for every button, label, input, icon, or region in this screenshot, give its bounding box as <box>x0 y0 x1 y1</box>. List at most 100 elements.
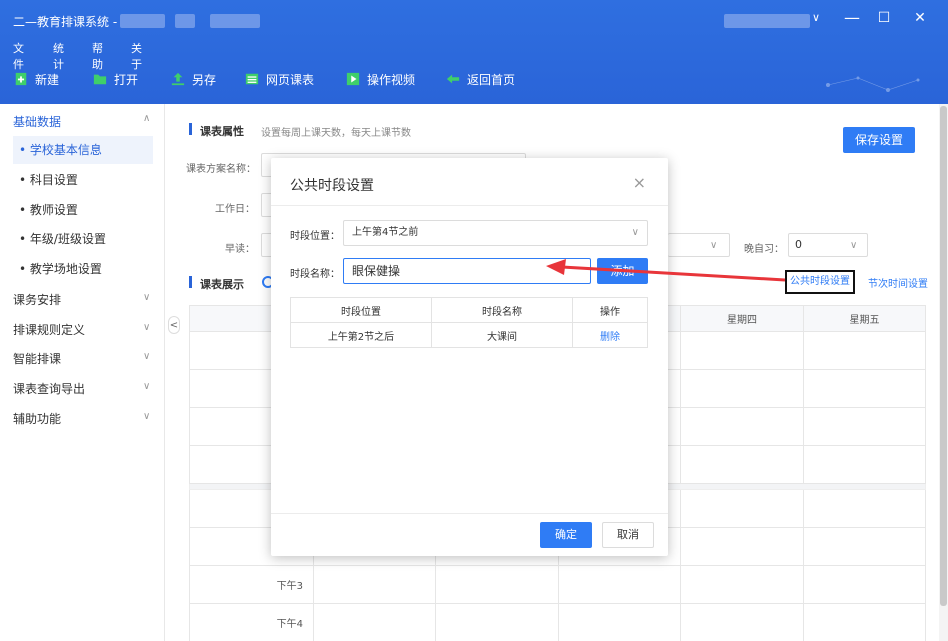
sidebar-section-course-arrangement[interactable]: 课务安排 <box>13 291 61 308</box>
grid-row-label: 下午3 <box>189 565 314 604</box>
display-title: 课表展示 <box>200 278 244 291</box>
tutorial-video-button[interactable]: 操作视频 <box>345 66 415 92</box>
sidebar: 基础数据 ∧ • 学校基本信息 • 科目设置 • 教师设置 • 年级/班级设置 … <box>0 104 165 641</box>
chevron-down-icon[interactable]: ∨ <box>143 322 150 333</box>
upload-icon <box>171 72 185 86</box>
grid-cell[interactable] <box>313 565 436 604</box>
cancel-button[interactable]: 取消 <box>602 522 654 548</box>
ok-button[interactable]: 确定 <box>540 522 592 548</box>
grid-cell[interactable] <box>313 603 436 641</box>
table-icon <box>245 73 259 85</box>
save-as-button[interactable]: 另存 <box>170 66 216 92</box>
close-icon[interactable]: × <box>633 173 646 192</box>
grid-cell[interactable] <box>803 445 926 484</box>
minimize-icon[interactable]: — <box>838 8 866 27</box>
redacted-title <box>210 14 260 28</box>
chevron-down-icon[interactable]: ∨ <box>143 351 150 362</box>
grid-cell[interactable] <box>803 407 926 446</box>
grid-cell[interactable] <box>435 565 559 604</box>
grid-cell[interactable] <box>558 565 681 604</box>
sidebar-item-school-info[interactable]: • 学校基本信息 <box>13 136 153 164</box>
grid-cell[interactable] <box>435 603 559 641</box>
common-period-dialog: 公共时段设置 × 时段位置： 上午第4节之前 ∨ 时段名称： 眼保健操 添加 时… <box>271 158 668 556</box>
section-marker <box>189 276 192 288</box>
period-position-select[interactable]: 上午第4节之前 ∨ <box>343 220 648 246</box>
sidebar-item-label: 科目设置 <box>29 173 78 187</box>
account-name-redacted[interactable] <box>724 14 810 28</box>
main-scrollbar[interactable] <box>939 104 948 641</box>
grid-cell[interactable] <box>803 603 926 641</box>
grid-cell[interactable] <box>680 445 804 484</box>
add-period-button[interactable]: 添加 <box>597 258 648 284</box>
redacted-title <box>175 14 195 28</box>
sidebar-section-smart-scheduling[interactable]: 智能排课 <box>13 350 61 367</box>
grid-header-friday: 星期五 <box>803 305 926 332</box>
back-home-label: 返回首页 <box>467 72 516 87</box>
sidebar-section-query-export[interactable]: 课表查询导出 <box>13 380 85 397</box>
chevron-down-icon[interactable]: ∨ <box>143 381 150 392</box>
sidebar-collapse-icon[interactable]: < <box>168 316 180 334</box>
close-icon[interactable]: ✕ <box>906 10 934 26</box>
video-icon <box>346 72 360 86</box>
grid-cell[interactable] <box>803 369 926 408</box>
scrollbar-thumb[interactable] <box>940 106 947 606</box>
new-button[interactable]: 新建 <box>13 66 59 92</box>
grid-cell[interactable] <box>680 489 804 528</box>
workday-label: 工作日： <box>215 204 255 215</box>
sidebar-item-grades-classes[interactable]: • 年级/班级设置 <box>13 225 153 253</box>
grid-cell[interactable] <box>803 527 926 566</box>
grid-cell[interactable] <box>803 489 926 528</box>
sidebar-section-basic-data[interactable]: 基础数据 <box>13 113 61 130</box>
sidebar-item-teachers[interactable]: • 教师设置 <box>13 196 153 224</box>
grid-cell[interactable] <box>558 603 681 641</box>
afternoon-select[interactable] <box>668 233 730 257</box>
app-header: 二—教育排课系统 - ∨ — ☐ ✕ 文件 统计 帮助 关于 新建 打开 另存 … <box>0 0 948 104</box>
sidebar-section-rules[interactable]: 排课规则定义 <box>13 321 85 338</box>
sidebar-item-label: 年级/班级设置 <box>29 232 106 246</box>
period-position-label: 时段位置： <box>290 231 340 242</box>
divider <box>271 513 668 514</box>
period-position-value: 上午第4节之前 <box>352 227 419 238</box>
evening-study-value: 0 <box>795 238 802 251</box>
period-time-settings-link[interactable]: 节次时间设置 <box>868 275 928 290</box>
period-name-input[interactable]: 眼保健操 <box>343 258 591 284</box>
sidebar-item-venues[interactable]: • 教学场地设置 <box>13 255 153 283</box>
divider <box>271 205 668 206</box>
title-bar: 二—教育排课系统 - ∨ — ☐ ✕ <box>0 0 948 38</box>
sidebar-item-label: 教学场地设置 <box>29 262 102 276</box>
grid-cell[interactable] <box>680 369 804 408</box>
grid-cell[interactable] <box>803 331 926 370</box>
period-name-cell: 大课间 <box>431 322 573 348</box>
grid-cell[interactable] <box>680 603 804 641</box>
grid-cell[interactable] <box>680 527 804 566</box>
grid-cell[interactable] <box>680 407 804 446</box>
web-timetable-button[interactable]: 网页课表 <box>244 66 314 92</box>
plan-name-label: 课表方案名称： <box>186 164 256 175</box>
chevron-down-icon[interactable]: ∨ <box>143 411 150 422</box>
attributes-description: 设置每周上课天数，每天上课节数 <box>261 128 411 139</box>
chevron-up-icon[interactable]: ∧ <box>143 113 150 124</box>
grid-cell[interactable] <box>680 331 804 370</box>
maximize-icon[interactable]: ☐ <box>870 10 898 26</box>
sidebar-item-subjects[interactable]: • 科目设置 <box>13 166 153 194</box>
new-label: 新建 <box>35 72 60 87</box>
account-dropdown-icon[interactable]: ∨ <box>812 11 820 24</box>
back-home-button[interactable]: 返回首页 <box>445 66 515 92</box>
table-header: 时段位置 <box>290 297 432 323</box>
web-timetable-label: 网页课表 <box>266 72 315 87</box>
sidebar-item-label: 学校基本信息 <box>29 143 102 157</box>
delete-link[interactable]: 删除 <box>572 322 648 348</box>
grid-cell[interactable] <box>680 565 804 604</box>
grid-cell[interactable] <box>803 565 926 604</box>
evening-study-label: 晚自习： <box>744 244 784 255</box>
save-settings-button[interactable]: 保存设置 <box>843 127 915 153</box>
chevron-down-icon: ∨ <box>850 240 858 251</box>
period-name-label: 时段名称： <box>290 269 340 280</box>
open-label: 打开 <box>114 72 139 87</box>
period-name-value: 眼保健操 <box>352 264 401 278</box>
period-position-cell: 上午第2节之后 <box>290 322 432 348</box>
sidebar-section-tools[interactable]: 辅助功能 <box>13 410 61 427</box>
open-button[interactable]: 打开 <box>92 66 138 92</box>
chevron-down-icon[interactable]: ∨ <box>143 292 150 303</box>
common-period-settings-link[interactable]: 公共时段设置 <box>785 270 855 294</box>
